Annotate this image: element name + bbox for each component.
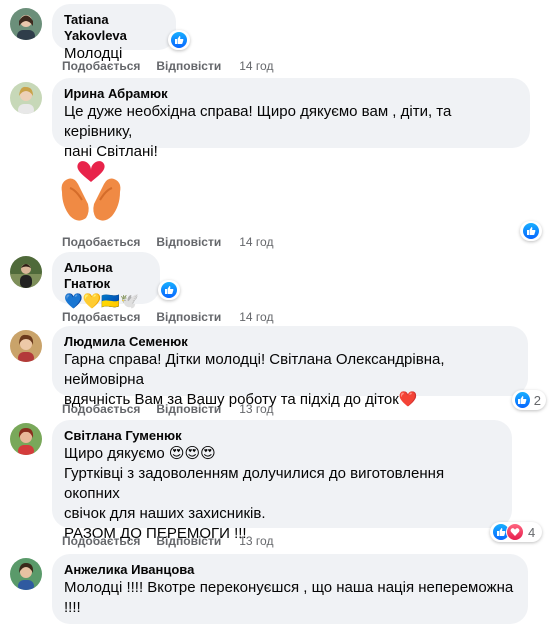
comment-text: Молодці !!!! Вкотре переконуєшся , що на… <box>64 579 514 616</box>
reaction-summary[interactable] <box>520 221 542 241</box>
comment-bubble: Людмила Семенюк Гарна справа! Дітки моло… <box>52 326 528 408</box>
avatar[interactable] <box>10 8 42 40</box>
avatar[interactable] <box>10 558 42 590</box>
reaction-summary[interactable]: 2 <box>512 390 546 410</box>
reply-button[interactable]: Відповісти <box>156 533 221 549</box>
avatar[interactable] <box>10 256 42 288</box>
comment-text: Це дуже необхідна справа! Щиро дякуємо в… <box>64 103 452 160</box>
like-button[interactable]: Подобається <box>62 309 140 325</box>
like-button[interactable]: Подобається <box>62 533 140 549</box>
comment-actions: Подобається Відповісти 14 год <box>62 234 273 250</box>
like-button[interactable]: Подобається <box>62 401 140 417</box>
comment-bubble: Ирина Абрамюк Це дуже необхідна справа! … <box>52 78 530 160</box>
like-reaction-icon <box>515 392 530 408</box>
comment-actions: Подобається Відповісти 13 год <box>62 401 273 417</box>
comment-timestamp[interactable]: 13 год <box>239 533 273 549</box>
comment-bubble: Світлана Гуменюк Щиро дякуємо 😍😍😍 Гурткі… <box>52 420 512 542</box>
like-reaction-icon <box>523 223 539 239</box>
comment-author[interactable]: Анжелика Иванцова <box>64 562 516 578</box>
avatar[interactable] <box>10 423 42 455</box>
comment-actions: Подобається Відповісти 14 год <box>62 58 273 74</box>
comment-bubble: Tatiana Yakovleva Молодці <box>52 4 176 62</box>
comment-timestamp[interactable]: 14 год <box>239 58 273 74</box>
comment-actions: Подобається Відповісти 14 год <box>62 309 273 325</box>
avatar[interactable] <box>10 330 42 362</box>
reply-button[interactable]: Відповісти <box>156 58 221 74</box>
like-reaction-icon <box>171 32 187 48</box>
like-button[interactable]: Подобається <box>62 234 140 250</box>
like-reaction-icon <box>161 282 177 298</box>
comment-bubble: Анжелика Иванцова Молодці !!!! Вкотре пе… <box>52 554 528 624</box>
comment-timestamp[interactable]: 14 год <box>239 309 273 325</box>
comment-timestamp[interactable]: 14 год <box>239 234 273 250</box>
reaction-summary[interactable]: 4 <box>490 522 542 542</box>
comment-author[interactable]: Ирина Абрамюк <box>64 86 518 102</box>
comment-author[interactable]: Tatiana Yakovleva <box>64 12 164 44</box>
reaction-count: 4 <box>528 524 536 540</box>
love-reaction-icon <box>506 523 524 541</box>
like-button[interactable]: Подобається <box>62 58 140 74</box>
comment-author[interactable]: Людмила Семенюк <box>64 334 516 350</box>
reply-button[interactable]: Відповісти <box>156 309 221 325</box>
reaction-summary[interactable] <box>168 30 190 50</box>
comment-text: Щиро дякуємо 😍😍😍 Гуртківці з задоволення… <box>64 445 445 542</box>
comment-author[interactable]: Альона Гнатюк <box>64 260 148 292</box>
heart-hands-sticker[interactable] <box>56 152 126 224</box>
reply-button[interactable]: Відповісти <box>156 234 221 250</box>
comment-bubble: Альона Гнатюк 💙💛🇺🇦🕊️ <box>52 252 160 310</box>
reply-button[interactable]: Відповісти <box>156 401 221 417</box>
reaction-count: 2 <box>533 392 541 408</box>
reaction-summary[interactable] <box>158 280 180 300</box>
avatar[interactable] <box>10 82 42 114</box>
comment-actions: Подобається Відповісти 13 год <box>62 533 273 549</box>
comment-author[interactable]: Світлана Гуменюк <box>64 428 500 444</box>
comment-timestamp[interactable]: 13 год <box>239 401 273 417</box>
